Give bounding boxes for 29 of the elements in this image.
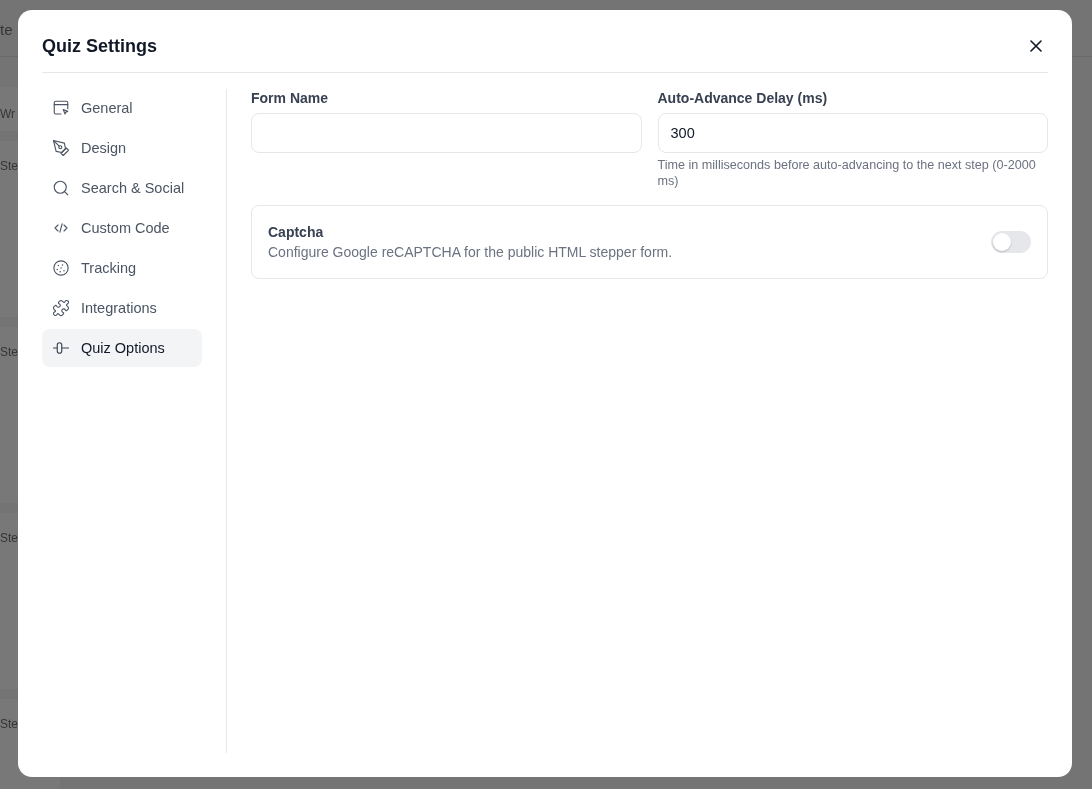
background-card-title: Ste — [0, 531, 18, 545]
background-card-title: Ste — [0, 717, 18, 731]
input-field[interactable]: 300 — [657, 113, 1048, 153]
dialog-title: Quiz Settings — [42, 35, 157, 57]
background-heading: te — [0, 21, 13, 39]
sidebar-item[interactable]: Integrations — [42, 289, 202, 327]
sidebar-item[interactable]: Design — [42, 129, 202, 167]
captcha-toggle[interactable] — [991, 231, 1031, 253]
sidebar-item[interactable]: Tracking — [42, 249, 202, 287]
background-card-title: Ste — [0, 159, 18, 173]
field-label: Auto-Advance Delay (ms) — [657, 89, 829, 107]
search-icon — [52, 179, 70, 197]
sidebar-item[interactable]: Quiz Options — [42, 329, 202, 367]
captcha-title: Captcha — [268, 223, 325, 242]
captcha-description: Configure Google reCAPTCHA for the public HTML stepper form. — [268, 243, 673, 262]
browser-window-icon — [52, 99, 70, 117]
sidebar-item[interactable]: General — [42, 89, 202, 127]
field-label: Form Name — [251, 89, 330, 107]
cookie-icon — [52, 259, 70, 277]
sidebar-item[interactable]: Search & Social — [42, 169, 202, 207]
background-card-title: Ste — [0, 345, 18, 359]
pen-nib-icon — [52, 139, 70, 157]
background-card-title: Wr — [0, 107, 16, 121]
puzzle-icon — [52, 299, 70, 317]
close-icon — [1030, 40, 1042, 52]
input-field[interactable] — [251, 113, 642, 153]
help-text: Time in milliseconds before auto-advancing to the next step (0-2000 ms) — [657, 157, 1037, 189]
slider-icon — [52, 339, 70, 357]
sidebar-item[interactable]: Custom Code — [42, 209, 202, 247]
